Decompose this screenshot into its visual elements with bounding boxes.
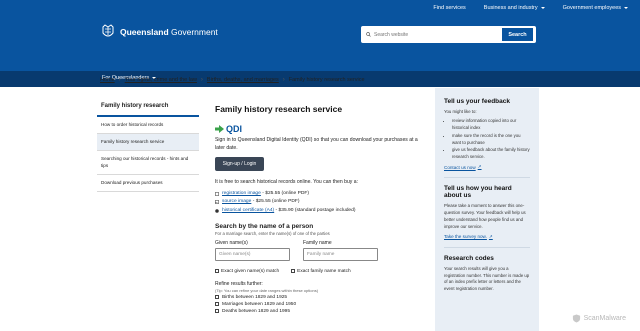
codes-title: Research codes — [444, 254, 494, 262]
list-item: give us feedback about the family histor… — [452, 147, 530, 161]
checkbox-icon — [215, 309, 219, 314]
family-name-group: Family name Family name — [303, 240, 378, 261]
scanmalware-watermark: ScanMalware — [572, 314, 626, 323]
sidebar-item-download-purchases[interactable]: Download previous purchases — [97, 175, 199, 193]
external-link-icon: ↗ — [477, 164, 482, 170]
buy-option: historical certificate (A4) - $35.90 (st… — [215, 207, 425, 215]
breadcrumb-home[interactable]: Home — [100, 77, 115, 83]
search-heading: Search by the name of a person — [215, 222, 314, 230]
search-input[interactable] — [374, 31, 494, 38]
coat-of-arms-icon — [102, 24, 114, 37]
shield-icon — [572, 314, 580, 323]
logo-text: Government — [168, 27, 218, 37]
births-checkbox[interactable]: Births between 1829 and 1925 — [215, 295, 425, 300]
deaths-checkbox[interactable]: Deaths between 1829 and 1995 — [215, 309, 425, 314]
certificate-icon — [215, 208, 219, 213]
checkbox-icon — [215, 295, 219, 300]
list-item: review information copied into our histo… — [452, 118, 530, 132]
sidebar-item-hints-tips[interactable]: Searching our historical records - hints… — [97, 151, 199, 175]
chevron-right-icon: › — [282, 77, 285, 83]
contact-link[interactable]: Contact us now ↗ — [444, 164, 530, 170]
codes-text: Your search results will give you a regi… — [444, 265, 530, 292]
feedback-title: Tell us your feedback — [444, 98, 510, 105]
search-icon — [366, 32, 371, 37]
aside-panel: Tell us your feedback You might like to:… — [435, 88, 539, 331]
checkbox-icon — [291, 269, 296, 274]
signin-button[interactable]: Sign-up / Login — [215, 157, 264, 172]
buy-option: registration image - $25.55 (online PDF) — [215, 190, 425, 198]
exact-given-checkbox[interactable]: Exact given name(s) match — [215, 269, 279, 274]
given-name-label: Given name(s) — [215, 239, 248, 246]
given-name-input[interactable]: Given name(s) — [215, 247, 290, 261]
logo-text-bold: Queensland — [120, 27, 169, 37]
buy-option: source image - $25.55 (online PDF) — [215, 198, 425, 206]
divider — [444, 246, 530, 248]
family-name-label: Family name — [303, 239, 332, 246]
main-content: Family history research service QDI Sign… — [215, 104, 425, 314]
sidebar-item-order-records[interactable]: How to order historical records — [97, 117, 199, 135]
free-search-text: It is free to search historical records … — [215, 179, 358, 186]
document-icon — [215, 192, 219, 197]
registration-image-link[interactable]: registration image — [222, 191, 261, 196]
site-header: Queensland Government Search For Queensl… — [0, 16, 640, 87]
image-icon — [215, 200, 219, 205]
exact-match-options: Exact given name(s) match Exact family n… — [215, 269, 425, 274]
sidebar-item-research-service[interactable]: Family history research service — [97, 134, 199, 152]
section-nav-title[interactable]: Family history research — [97, 98, 199, 118]
feedback-intro: You might like to: — [444, 109, 477, 114]
breadcrumb-rights[interactable]: Your rights, crime and the law — [125, 77, 197, 83]
search-button[interactable]: Search — [501, 27, 534, 42]
business-menu[interactable]: Business and industry — [484, 5, 545, 11]
historical-certificate-link[interactable]: historical certificate (A4) — [222, 208, 274, 213]
chevron-right-icon: › — [200, 77, 203, 83]
divider — [444, 177, 530, 179]
source-image-link[interactable]: source image — [222, 199, 251, 204]
given-name-group: Given name(s) Given name(s) — [215, 240, 290, 261]
refine-section: Refine results further: (Tip: You can re… — [215, 281, 425, 314]
section-nav: Family history research How to order his… — [97, 98, 199, 193]
name-fields: Given name(s) Given name(s) Family name … — [215, 240, 425, 261]
breadcrumb: Home › Your rights, crime and the law › … — [100, 77, 365, 83]
qld-gov-logo[interactable]: Queensland Government — [100, 24, 218, 40]
refine-tip: (Tip: You can refine your date ranges wi… — [215, 287, 319, 293]
list-item: make sure the record is the one you want… — [452, 133, 530, 147]
exact-family-checkbox[interactable]: Exact family name match — [291, 269, 351, 274]
find-services-link[interactable]: Find services — [433, 5, 465, 11]
qdi-logo: QDI — [215, 124, 425, 134]
qdi-label: QDI — [226, 124, 243, 134]
refine-label: Refine results further: — [215, 280, 263, 287]
page-title: Family history research service — [215, 104, 343, 114]
family-name-input[interactable]: Family name — [303, 247, 378, 261]
feedback-list: review information copied into our histo… — [452, 118, 530, 161]
chevron-down-icon — [624, 7, 628, 9]
top-utility-bar: Find services Business and industry Gove… — [0, 0, 640, 16]
checkbox-icon — [215, 302, 219, 307]
search-hint: For a marriage search, enter the name(s)… — [215, 230, 330, 236]
heard-title: Tell us how you heard about us — [444, 185, 512, 200]
qdi-intro: Sign in to Queensland Digital Identity (… — [215, 137, 418, 151]
heard-text: Please take a moment to answer this one-… — [444, 203, 526, 229]
search-box: Search — [361, 26, 536, 43]
checkbox-icon — [215, 269, 219, 274]
qdi-arrow-icon — [215, 125, 224, 133]
chevron-right-icon: › — [118, 77, 121, 83]
marriages-checkbox[interactable]: Marriages between 1829 and 1950 — [215, 302, 425, 307]
chevron-down-icon — [540, 7, 545, 9]
survey-link[interactable]: Take the survey now. ↗ — [444, 234, 530, 240]
external-link-icon: ↗ — [488, 233, 493, 239]
breadcrumb-current: Family history research service — [288, 77, 365, 83]
breadcrumb-births[interactable]: Births, deaths, and marriages — [207, 77, 279, 83]
gov-employees-menu[interactable]: Government employees — [563, 5, 628, 11]
